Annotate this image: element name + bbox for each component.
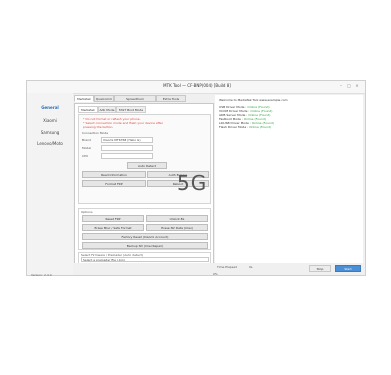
main-panel: Mediatek Qualcomm Spreadtrum Extra Tools… [74,95,214,265]
model-select[interactable] [101,145,153,151]
subtab-adb[interactable]: Adb Mode [98,106,116,113]
start-button[interactable]: Start [335,265,361,272]
log-panel: Welcome to MediaTek Tool www.example.com… [215,95,363,265]
format-frp-button[interactable]: Format FRP [82,180,146,187]
sidebar: General Xiaomi Samsung Lenovo/Moto Versi… [27,93,73,277]
top-tabs: Mediatek Qualcomm Spreadtrum Extra Tools [74,95,214,103]
app-window: MTK Tool — CF-BNP(004) [Build 8] – □ × G… [26,80,366,277]
sidebar-item-xiaomi[interactable]: Xiaomi [31,118,69,123]
section-label: Connection Mode [82,131,109,135]
progress-percent: 0% [213,272,218,276]
tab-spreadtrum[interactable]: Spreadtrum [114,95,156,102]
sidebar-item-samsung[interactable]: Samsung [31,130,69,135]
factory-reset-button[interactable]: Factory Reset (Xiaomi Account) [82,233,208,240]
maximize-icon[interactable]: □ [346,83,352,89]
log-line-status: Online (Found) [249,125,272,129]
window-title: MTK Tool — CF-BNP(004) [Build 8] [163,83,231,88]
log-line-label: Flash Driver Mode : [219,125,249,129]
brand-label: Brand [82,138,91,142]
warning-line-3: pressing the button. [83,125,114,129]
subtab-mediatek[interactable]: Mediatek [78,106,98,113]
auto-detect-button[interactable]: Auto Detect [127,162,167,169]
options-group: Options Reset FRP Unlock BL Erase Misc /… [78,208,211,250]
minimize-icon[interactable]: – [338,83,344,89]
tab-mediatek[interactable]: Mediatek [74,95,94,102]
qr-code-label: 5G [177,171,208,195]
tab-qualcomm[interactable]: Qualcomm [94,95,114,102]
log-line: Flash Driver Mode : Online (Found) [219,125,271,129]
subtab-fastboot[interactable]: FAST Boot Mode [116,106,146,113]
erase-misc-button[interactable]: Erase Misc / Safe Format [82,224,144,231]
version-label: Version: 2.4.0 [31,273,52,277]
mediatek-box: * Do not format or reflash your phone. *… [78,114,211,204]
model-label: Model [82,146,92,150]
preloader-input[interactable]: Select a preloader file (.bin) [81,257,209,262]
unlock-bl-button[interactable]: Unlock BL [146,215,208,222]
erase-nv-button[interactable]: Erase NV Data (Imei) [146,224,208,231]
stop-button[interactable]: Stop [309,265,331,272]
sub-tabs: Mediatek Adb Mode FAST Boot Mode [78,106,208,113]
options-label: Options [81,210,93,214]
cpu-select[interactable] [101,153,153,159]
title-bar: MTK Tool — CF-BNP(004) [Build 8] – □ × [27,81,365,94]
read-info-button[interactable]: Read Information [82,171,146,178]
tab-extra-tools[interactable]: Extra Tools [156,95,186,102]
reset-frp-button[interactable]: Reset FRP [82,215,144,222]
time-elapsed-label: Time Elapsed [217,265,238,269]
tab-panel: Mediatek Adb Mode FAST Boot Mode * Do no… [74,103,214,265]
backup-nv-button[interactable]: Backup NV (Imei Repair) [82,242,208,249]
time-elapsed-value: 0s [249,265,253,269]
cpu-label: CPU [82,154,89,158]
status-bar: Time Elapsed 0s 0% Stop Start [73,263,365,276]
close-icon[interactable]: × [354,83,360,89]
sidebar-item-lenovo[interactable]: Lenovo/Moto [31,141,69,146]
log-header: Welcome to MediaTek Tool www.example.com [219,98,288,102]
brand-select[interactable]: Xiaomi MT6768 (Helio G) [101,137,153,143]
sidebar-item-general[interactable]: General [31,105,69,110]
